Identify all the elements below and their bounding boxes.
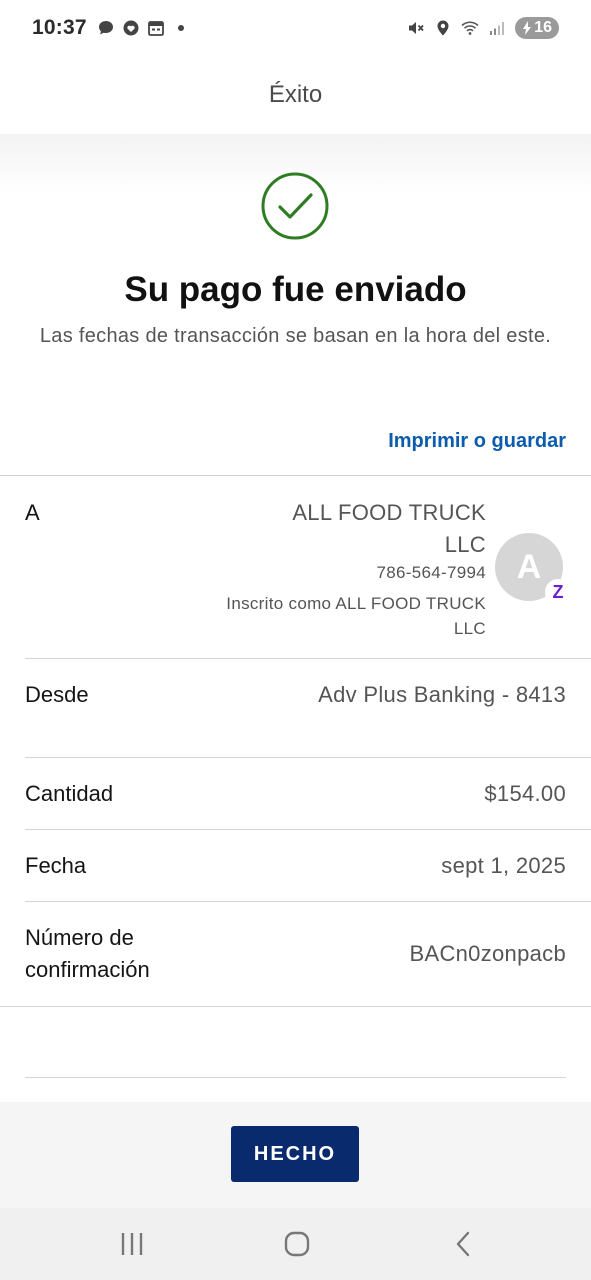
- confirmation-row: Número de confirmación BACn0zonpacb: [0, 902, 591, 1007]
- heart-chat-icon: [123, 20, 139, 36]
- confirmation-number: BACn0zonpacb: [409, 941, 566, 966]
- signal-icon: [490, 22, 505, 35]
- notification-icons: [97, 19, 190, 37]
- battery-level: 16: [534, 19, 552, 36]
- from-row: Desde Adv Plus Banking - 8413: [25, 659, 591, 758]
- recipient-enrolled-as: Inscrito como ALL FOOD TRUCK LLC: [226, 594, 486, 638]
- checkmark-circle-icon: [261, 172, 329, 240]
- success-subtitle: Las fechas de transacción se basan en la…: [39, 325, 552, 347]
- date-value: sept 1, 2025: [441, 853, 566, 878]
- home-icon: [284, 1231, 310, 1257]
- from-label: Desde: [25, 682, 89, 707]
- status-time: 10:37: [32, 16, 87, 39]
- back-icon: [456, 1231, 470, 1257]
- confirmation-label: Número de confirmación: [25, 925, 150, 982]
- system-nav-bar: [0, 1208, 591, 1280]
- battery-icon: 16: [515, 17, 559, 39]
- done-button[interactable]: HECHO: [231, 1126, 359, 1182]
- success-title: Su pago fue enviado: [124, 270, 467, 309]
- recent-apps-icon: [121, 1233, 143, 1255]
- recipient-name: ALL FOOD TRUCK LLC: [292, 500, 486, 557]
- date-label: Fecha: [25, 853, 87, 878]
- charging-icon: [523, 21, 532, 35]
- amount-value: $154.00: [484, 781, 566, 806]
- calendar-icon: [147, 21, 164, 36]
- app-header: Éxito: [0, 56, 591, 134]
- amount-label: Cantidad: [25, 781, 114, 806]
- mute-icon: [409, 22, 424, 34]
- footer: HECHO: [0, 1102, 591, 1208]
- home-button[interactable]: [277, 1228, 317, 1260]
- divider: [25, 1077, 566, 1078]
- dot-icon: [177, 25, 184, 31]
- print-or-save-link[interactable]: Imprimir o guardar: [388, 430, 566, 453]
- location-icon: [437, 20, 449, 36]
- chat-icon: [98, 21, 113, 35]
- zelle-badge-icon: Z: [545, 579, 571, 605]
- page-title: Éxito: [268, 81, 323, 108]
- recipient-phone: 786-564-7994: [376, 563, 486, 582]
- date-row: Fecha sept 1, 2025: [25, 830, 591, 902]
- wifi-icon: [461, 21, 479, 35]
- from-account: Adv Plus Banking - 8413: [318, 682, 566, 707]
- amount-row: Cantidad $154.00: [25, 758, 591, 830]
- recipient-label: A: [25, 500, 40, 525]
- status-bar: 10:37 16: [0, 0, 591, 56]
- recent-apps-button[interactable]: [112, 1228, 152, 1260]
- back-button[interactable]: [443, 1228, 483, 1260]
- success-section: Su pago fue enviado Las fechas de transa…: [0, 134, 591, 476]
- system-icons: 16: [407, 17, 559, 39]
- recipient-row: A ALL FOOD TRUCK LLC 786-564-7994 Inscri…: [25, 477, 591, 659]
